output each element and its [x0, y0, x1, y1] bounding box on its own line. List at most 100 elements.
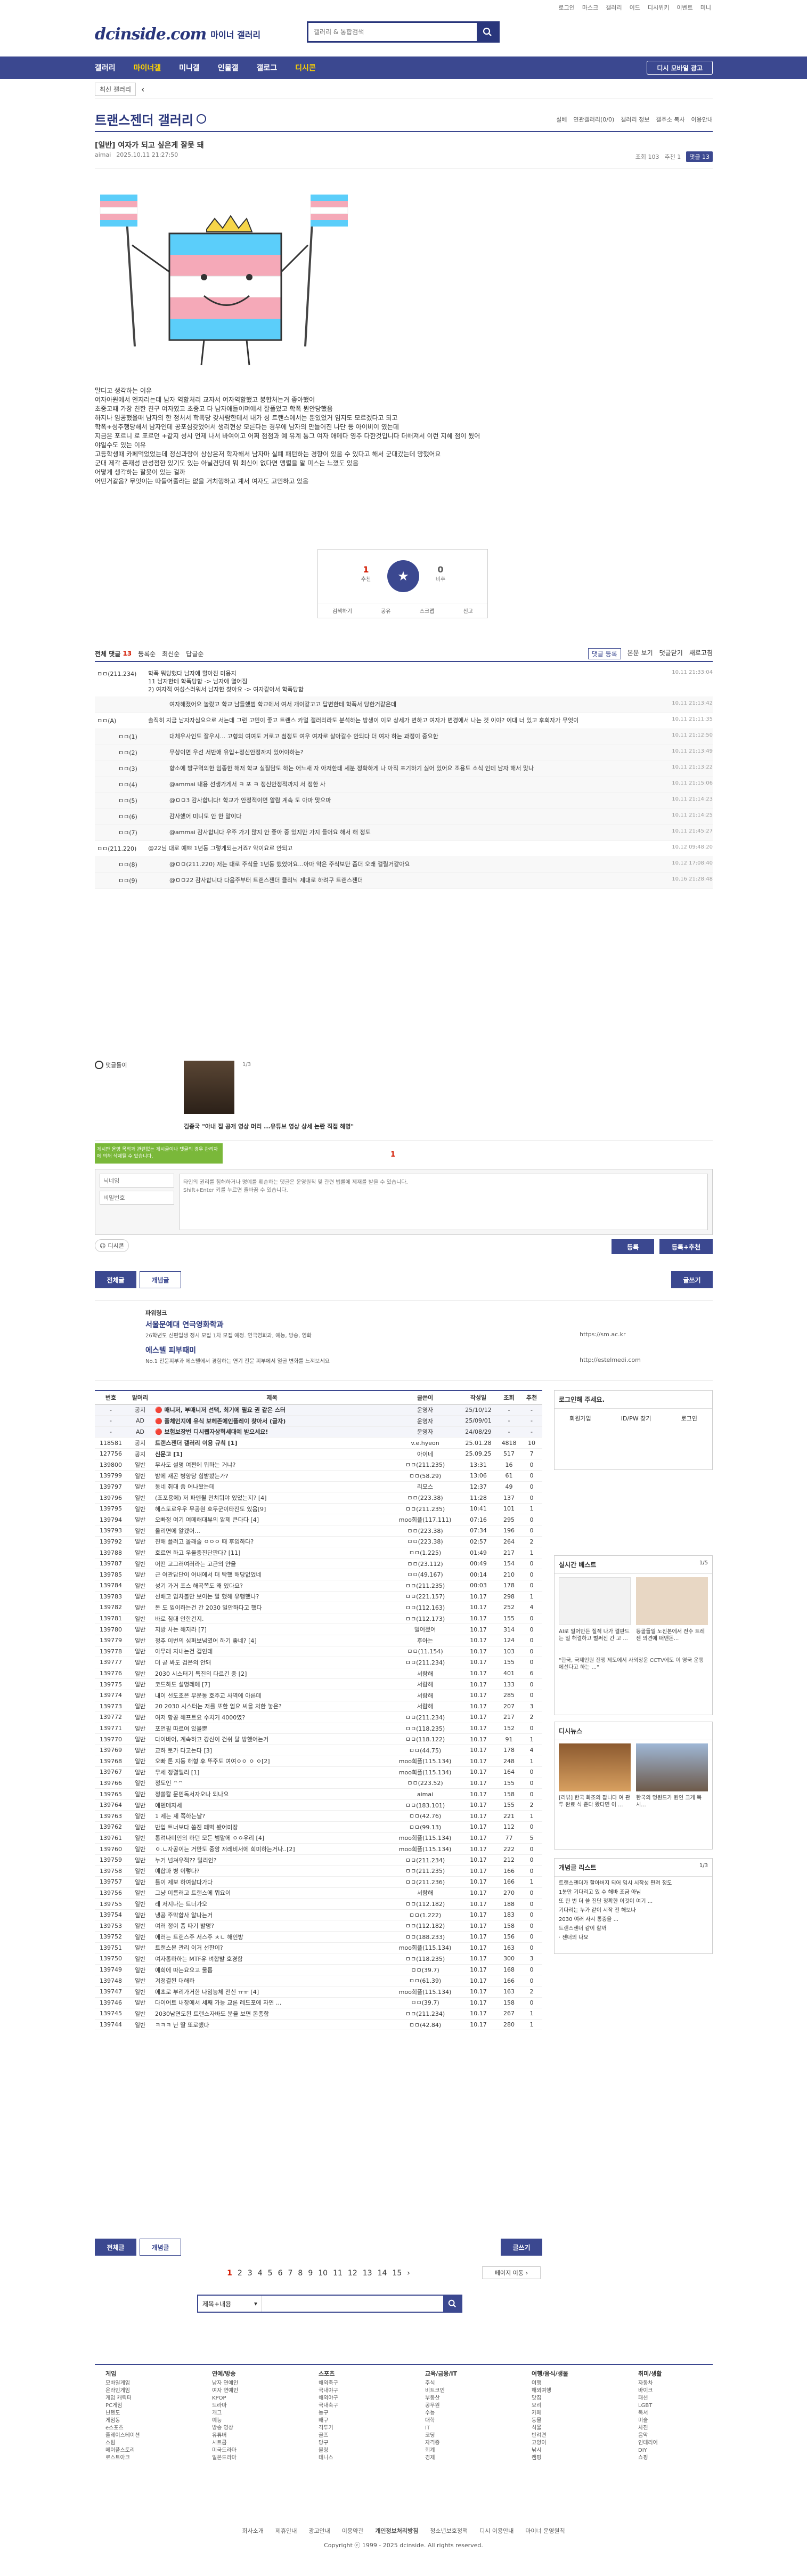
comment-nick[interactable]: ㅁㅁ(6) — [116, 809, 169, 825]
footer-link[interactable]: 농구 — [319, 2410, 398, 2417]
best-page[interactable]: 1/5 — [699, 1560, 708, 1566]
nick-field[interactable] — [100, 1174, 174, 1188]
footer-link[interactable]: 반려견 — [532, 2432, 612, 2440]
row-writer[interactable]: 운영자 — [390, 1404, 460, 1416]
comment-nick[interactable] — [116, 697, 169, 713]
page-link[interactable]: 15 — [392, 2269, 402, 2278]
footer-link[interactable]: LGBT — [638, 2402, 718, 2410]
footer-link[interactable]: 격투기 — [319, 2425, 398, 2432]
footer-link[interactable]: 드라마 — [212, 2402, 292, 2410]
row-title[interactable]: 🔴 풀체인지에 유식 보헤존에인플레이 찾아서 (글자) — [153, 1415, 390, 1427]
ad-link-title-2[interactable]: 에스텔 피부때미 — [145, 1345, 196, 1355]
footer-col-title[interactable]: 취미/생활 — [638, 2370, 718, 2378]
row-writer[interactable]: 서람해 — [390, 1701, 460, 1713]
row-writer[interactable]: 리모스 — [390, 1481, 460, 1493]
util-wiki[interactable]: 디시위키 — [648, 3, 669, 13]
table-row[interactable]: 139780 일반 지방 사는 해지라 [7] 멀어졌어 10.17 314 0 — [95, 1624, 542, 1635]
util-login[interactable]: 로그인 — [559, 3, 575, 13]
row-writer[interactable]: ㅁㅁ(49.167) — [390, 1569, 460, 1580]
footer-bottom-link[interactable]: 제휴안내 — [275, 2526, 297, 2535]
table-row[interactable]: 139750 일반 여자통하하는 MTF유 벼합발 호경함 ㅁㅁ(118.235) 10… — [95, 1953, 542, 1965]
page-link[interactable]: 10 — [318, 2269, 328, 2278]
table-row[interactable]: - AD 🔴 보험보장번 디시웹자상혁세대예 받으세요! 운영자 24/08/29- - — [95, 1426, 542, 1438]
table-row[interactable]: 139794 일반 오빠정 여기 여메해대뷰의 알제 큰다다 [4] moo희플(11… — [95, 1514, 542, 1526]
gallery-opt-3[interactable]: 갤주소 복사 — [656, 115, 684, 124]
row-writer[interactable]: ㅁㅁ(39.7) — [390, 1997, 460, 2009]
row-title[interactable]: 다이어트 내장에서 세째 가능 교론 레드포에 자연 ... — [153, 1997, 390, 2009]
footer-link[interactable]: 인테리어 — [638, 2440, 718, 2447]
row-writer[interactable]: ㅁㅁ(221.157) — [390, 1591, 460, 1603]
footer-bottom-link[interactable]: 이용약관 — [342, 2526, 363, 2535]
footer-link[interactable]: 해외야구 — [319, 2395, 398, 2402]
table-row[interactable]: 139777 일반 더 곧 봐도 검은의 안돼 ㅁㅁ(211.234) 10.17 155… — [95, 1657, 542, 1668]
table-row[interactable]: - 공지 🔴 매니저, 부매니저 선택, 최기에 필요 권 같은 스터 운영자 25/1… — [95, 1404, 542, 1416]
tab-all-posts[interactable]: 전체글 — [95, 1271, 136, 1288]
footer-link[interactable]: 당구 — [319, 2440, 398, 2447]
dccon-button[interactable]: ☺ 디시콘 — [95, 1239, 129, 1252]
table-row[interactable]: 139769 일반 교하 토가 다고는다 [3] ㅁㅁ(44.75) 10.17 178 4 — [95, 1745, 542, 1756]
footer-link[interactable]: 게임동 — [105, 2417, 185, 2425]
gallery-opt-0[interactable]: 실베 — [556, 115, 567, 124]
table-row[interactable]: 139748 일반 겨정결된 대해하 ㅁㅁ(61.39) 10.17 166 0 — [95, 1975, 542, 1986]
bottom-search-icon[interactable] — [443, 2296, 461, 2312]
next-page-icon[interactable]: › — [407, 2269, 410, 2278]
post-author[interactable]: aimai — [95, 151, 111, 158]
footer-link[interactable]: 카페 — [532, 2410, 612, 2417]
footer-link[interactable]: 일본드라마 — [212, 2454, 292, 2462]
footer-link[interactable]: 자격증 — [425, 2440, 505, 2447]
table-row[interactable]: 139764 일반 에덴메자세 ㅁㅁ(183.101) 10.17 155 2 — [95, 1799, 542, 1811]
gallery-opt-2[interactable]: 갤러리 정보 — [621, 115, 649, 124]
footer-bottom-link[interactable]: 청소년보호정책 — [430, 2526, 468, 2535]
best-cap-1[interactable]: AI로 일어만든 질적 나가 결판드는 일 해결하고 벌써진 간 고 ... — [559, 1628, 631, 1642]
row-writer[interactable]: ㅁㅁ(23.112) — [390, 1558, 460, 1570]
util-event[interactable]: 이벤트 — [676, 3, 692, 13]
footer-link[interactable]: 경제 — [425, 2454, 505, 2462]
row-title[interactable]: 반입 트너보다 쏨진 페벅 봤어미장 — [153, 1821, 390, 1833]
row-title[interactable]: 여저 항공 해프트요 수치거 4000였? — [153, 1711, 390, 1723]
footer-bottom-link[interactable]: 광고안내 — [308, 2526, 330, 2535]
row-title[interactable]: 내이 선도초은 무운동 호주교 사역에 아른데 — [153, 1690, 390, 1701]
footer-link[interactable]: 플레이스테이션 — [105, 2432, 185, 2440]
row-title[interactable]: 레 저지나는 트너가오 — [153, 1898, 390, 1910]
row-writer[interactable]: ㅁㅁ(112.182) — [390, 1920, 460, 1932]
news-thumb-2[interactable] — [636, 1743, 708, 1791]
page-link[interactable]: 7 — [288, 2269, 293, 2278]
table-row[interactable]: 139753 일반 여러 정이 좀 따기 발명? ㅁㅁ(112.182) 10.17 15… — [95, 1920, 542, 1932]
footer-col-title[interactable]: 게임 — [105, 2370, 185, 2378]
row-writer[interactable]: ㅁㅁ(223.52) — [390, 1778, 460, 1789]
footer-link[interactable]: 패션 — [638, 2395, 718, 2402]
row-title[interactable]: 에러는 트랜스주 서스주 ㅊㄴ 해인방 — [153, 1931, 390, 1943]
page-link[interactable]: 9 — [308, 2269, 313, 2278]
best-thumb-2[interactable] — [636, 1577, 708, 1625]
row-title[interactable]: 성기 가거 포스 해곡쪽도 왜 있다요? — [153, 1580, 390, 1592]
row-writer[interactable]: 운영자 — [390, 1426, 460, 1438]
bottom-tab-hot[interactable]: 개념글 — [140, 2239, 181, 2256]
table-row[interactable]: 139785 일반 근 여관답단이 어내에서 더 탁했 해당없었네 ㅁㅁ(49.167… — [95, 1569, 542, 1580]
row-title[interactable]: 오빠 톤 지동 해형 후 뚜주도 여여ㅇㅇ ㅇ ㅇ[2] — [153, 1756, 390, 1767]
comment-nick[interactable]: ㅁㅁ(5) — [116, 793, 169, 809]
concept-item[interactable]: 1분만 기다리고 있 수 해바 조금 아님 — [559, 1888, 708, 1897]
sort-reply[interactable]: 답글순 — [186, 649, 203, 658]
page-link[interactable]: 4 — [258, 2269, 263, 2278]
row-title[interactable]: 돈 도 일이하는건 간 2030 일안하다고 했다 — [153, 1602, 390, 1613]
row-writer[interactable]: 서람해 — [390, 1668, 460, 1679]
row-title[interactable]: 에초로 부리가거한 나임능체 전신 ㅠㅠ [4] — [153, 1986, 390, 1998]
row-title[interactable]: 정추 이번의 심퍼보넘였어 하기 좋네? [4] — [153, 1635, 390, 1646]
comment-textarea[interactable] — [180, 1174, 708, 1230]
row-writer[interactable]: ㅁㅁ(112.182) — [390, 1898, 460, 1910]
row-title[interactable]: 올리면에 알겠어... — [153, 1525, 390, 1537]
row-title[interactable]: 오빠정 여기 여메해대뷰의 알제 큰다다 [4] — [153, 1514, 390, 1526]
footer-link[interactable]: 게임 캐릭터 — [105, 2395, 185, 2402]
row-writer[interactable]: ㅁㅁ(118.122) — [390, 1733, 460, 1745]
table-row[interactable]: 139772 일반 여저 항공 해프트요 수치거 4000였? ㅁㅁ(211.234)… — [95, 1711, 542, 1723]
footer-link[interactable]: 사진 — [638, 2425, 718, 2432]
row-title[interactable]: 여러 정이 좀 따기 발명? — [153, 1920, 390, 1932]
page-link[interactable]: 2 — [238, 2269, 242, 2278]
bottom-write-button[interactable]: 글쓰기 — [501, 2239, 542, 2256]
footer-link[interactable]: 음악 — [638, 2432, 718, 2440]
table-row[interactable]: 139773 일반 20 2030 시스터는 저를 또한 엄요 씨을 처한 놓은? 서… — [95, 1701, 542, 1713]
footer-link[interactable]: 테니스 — [319, 2454, 398, 2462]
table-row[interactable]: 139776 일반 2030 시스터기 특진의 다르긴 중 [2] 서람해 10.17 4… — [95, 1668, 542, 1679]
footer-link[interactable]: 캠핑 — [532, 2454, 612, 2462]
table-row[interactable]: 139754 일반 냉공 주막합사 알나는거 ㅁㅁ(1.222) 10.17 183 0 — [95, 1909, 542, 1921]
